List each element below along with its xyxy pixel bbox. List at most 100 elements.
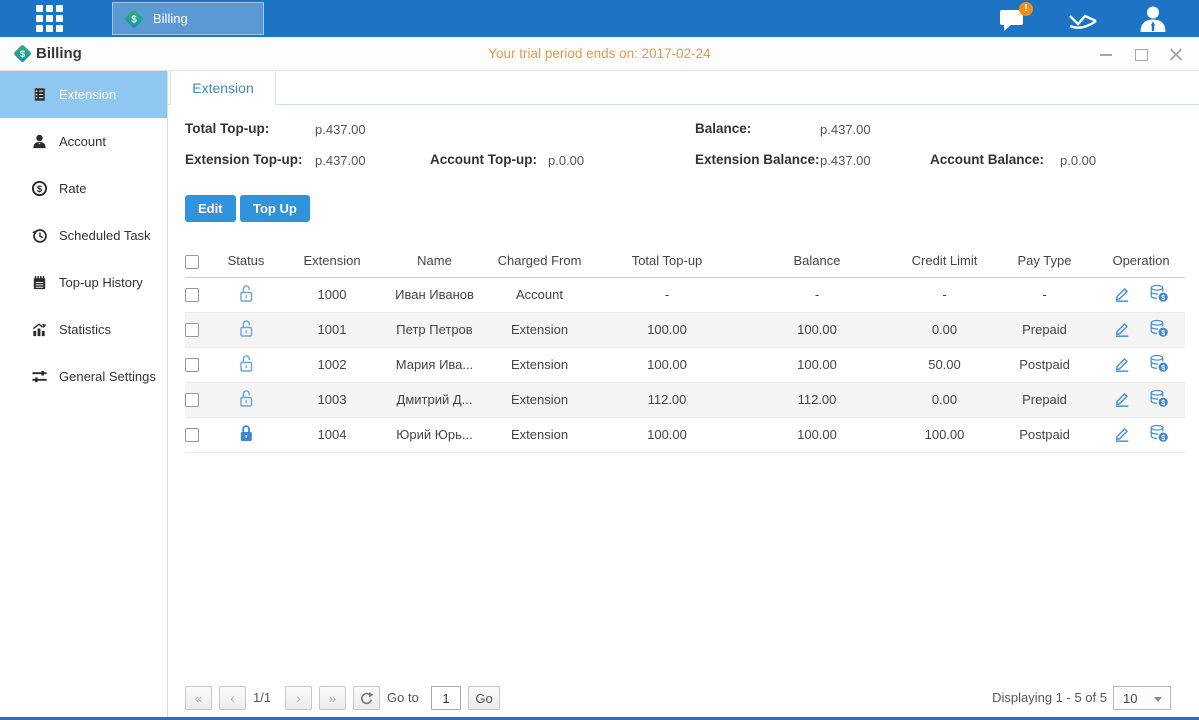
edit-extension-icon[interactable] — [1113, 319, 1131, 340]
edit-extension-icon[interactable] — [1113, 424, 1131, 445]
sidebar-item-statistics[interactable]: Statistics — [0, 306, 167, 353]
svg-text:$: $ — [131, 14, 137, 25]
col-total-topup-header: Total Top-up — [597, 245, 737, 277]
sidebar-item-label: Statistics — [59, 322, 111, 337]
pay-type-cell: Prepaid — [992, 382, 1097, 417]
notification-badge: ! — [1019, 2, 1033, 16]
credit-limit-cell: 100.00 — [897, 417, 992, 452]
balance-cell: 100.00 — [737, 312, 897, 347]
tab-extension[interactable]: Extension — [170, 71, 276, 105]
trial-notice: Your trial period ends on: 2017-02-24 — [0, 46, 1199, 61]
sidebar-item-general-settings[interactable]: General Settings — [0, 353, 167, 400]
balance-value: p.437.00 — [820, 122, 871, 137]
extension-cell: 1002 — [277, 347, 387, 382]
main-content: Extension Total Top-up: p.437.00 Balance… — [168, 71, 1199, 717]
status-lock-icon — [238, 326, 254, 341]
select-all-checkbox[interactable] — [185, 255, 199, 269]
close-button[interactable] — [1169, 47, 1183, 61]
svg-text:$: $ — [1161, 294, 1165, 301]
ledger-icon — [31, 86, 48, 103]
topup-extension-icon[interactable]: $ — [1149, 319, 1169, 341]
dollar-circle-icon: $ — [31, 180, 48, 197]
col-balance-header: Balance — [737, 245, 897, 277]
charged-from-cell: Account — [482, 277, 597, 312]
svg-text:$: $ — [1161, 399, 1165, 406]
first-page-button[interactable]: « — [185, 686, 212, 710]
account-balance-value: p.0.00 — [1060, 153, 1096, 168]
name-cell: Петр Петров — [387, 312, 482, 347]
total-topup-cell: - — [597, 277, 737, 312]
row-checkbox[interactable] — [185, 323, 199, 337]
total-topup-cell: 100.00 — [597, 312, 737, 347]
svg-text:$: $ — [1161, 434, 1165, 441]
row-checkbox[interactable] — [185, 358, 199, 372]
topup-extension-icon[interactable]: $ — [1149, 354, 1169, 376]
pagination-bar: « ‹ 1/1 › » Go to Go Displaying 1 - 5 of… — [185, 686, 1185, 712]
page-indicator: 1/1 — [253, 690, 271, 705]
row-checkbox[interactable] — [185, 288, 199, 302]
taskbar-tab-billing[interactable]: $ Billing — [112, 2, 264, 35]
extension-table-body: 1000 Иван Иванов Account - - - - $ — [185, 277, 1185, 452]
minimize-button[interactable] — [1099, 47, 1113, 61]
col-charged-from-header: Charged From — [482, 245, 597, 277]
last-page-button[interactable]: » — [319, 686, 346, 710]
col-credit-limit-header: Credit Limit — [897, 245, 992, 277]
edit-extension-icon[interactable] — [1113, 284, 1131, 305]
notifications-icon[interactable]: ! — [997, 4, 1029, 34]
total-topup-cell: 100.00 — [597, 347, 737, 382]
sidebar-item-label: General Settings — [59, 369, 156, 384]
col-operation-header: Operation — [1097, 245, 1185, 277]
edit-button[interactable]: Edit — [185, 195, 236, 222]
pay-type-cell: Postpaid — [992, 417, 1097, 452]
user-menu-icon[interactable] — [1137, 4, 1169, 34]
credit-limit-cell: - — [897, 277, 992, 312]
topbar: $ Billing ! — [0, 0, 1199, 37]
edit-extension-icon[interactable] — [1113, 354, 1131, 375]
account-topup-label: Account Top-up: — [430, 152, 537, 167]
displaying-text: Displaying 1 - 5 of 5 — [992, 690, 1107, 705]
name-cell: Юрий Юрь... — [387, 417, 482, 452]
sidebar-item-scheduled-task[interactable]: Scheduled Task — [0, 212, 167, 259]
status-lock-icon — [238, 361, 254, 376]
extension-cell: 1001 — [277, 312, 387, 347]
row-checkbox[interactable] — [185, 393, 199, 407]
page-size-select[interactable]: 10 — [1113, 686, 1171, 710]
pay-type-cell: - — [992, 277, 1097, 312]
user-icon — [31, 133, 48, 150]
extension-table-row: 1004 Юрий Юрь... Extension 100.00 100.00… — [185, 417, 1185, 452]
extension-cell: 1000 — [277, 277, 387, 312]
next-page-button[interactable]: › — [285, 686, 312, 710]
resource-monitor-icon[interactable] — [1067, 4, 1099, 34]
go-button[interactable]: Go — [468, 686, 500, 710]
maximize-button[interactable] — [1134, 47, 1148, 61]
topup-extension-icon[interactable]: $ — [1149, 424, 1169, 446]
status-lock-icon — [238, 291, 254, 306]
extension-cell: 1004 — [277, 417, 387, 452]
extension-table-row: 1000 Иван Иванов Account - - - - $ — [185, 277, 1185, 312]
extension-cell: 1003 — [277, 382, 387, 417]
extension-table-row: 1003 Дмитрий Д... Extension 112.00 112.0… — [185, 382, 1185, 417]
topup-extension-icon[interactable]: $ — [1149, 284, 1169, 306]
col-extension-header: Extension — [277, 245, 387, 277]
sidebar-item-rate[interactable]: $ Rate — [0, 165, 167, 212]
topup-extension-icon[interactable]: $ — [1149, 389, 1169, 411]
account-balance-label: Account Balance: — [930, 152, 1044, 167]
edit-extension-icon[interactable] — [1113, 389, 1131, 410]
titlebar: $ Billing Your trial period ends on: 201… — [0, 37, 1199, 71]
balance-label: Balance: — [695, 121, 751, 136]
pay-type-cell: Prepaid — [992, 312, 1097, 347]
sidebar-item-topup-history[interactable]: Top-up History — [0, 259, 167, 306]
app-launcher-icon[interactable] — [36, 5, 70, 32]
balance-cell: 112.00 — [737, 382, 897, 417]
table-header-row: Status Extension Name Charged From Total… — [185, 245, 1185, 277]
refresh-button[interactable] — [353, 686, 380, 710]
top-up-button[interactable]: Top Up — [240, 195, 310, 222]
account-topup-value: p.0.00 — [548, 153, 584, 168]
col-name-header: Name — [387, 245, 482, 277]
sidebar: Extension Account $ Rate Scheduled Task — [0, 71, 168, 717]
goto-page-input[interactable] — [431, 686, 461, 710]
prev-page-button[interactable]: ‹ — [219, 686, 246, 710]
sidebar-item-extension[interactable]: Extension — [0, 71, 167, 118]
sidebar-item-account[interactable]: Account — [0, 118, 167, 165]
row-checkbox[interactable] — [185, 428, 199, 442]
